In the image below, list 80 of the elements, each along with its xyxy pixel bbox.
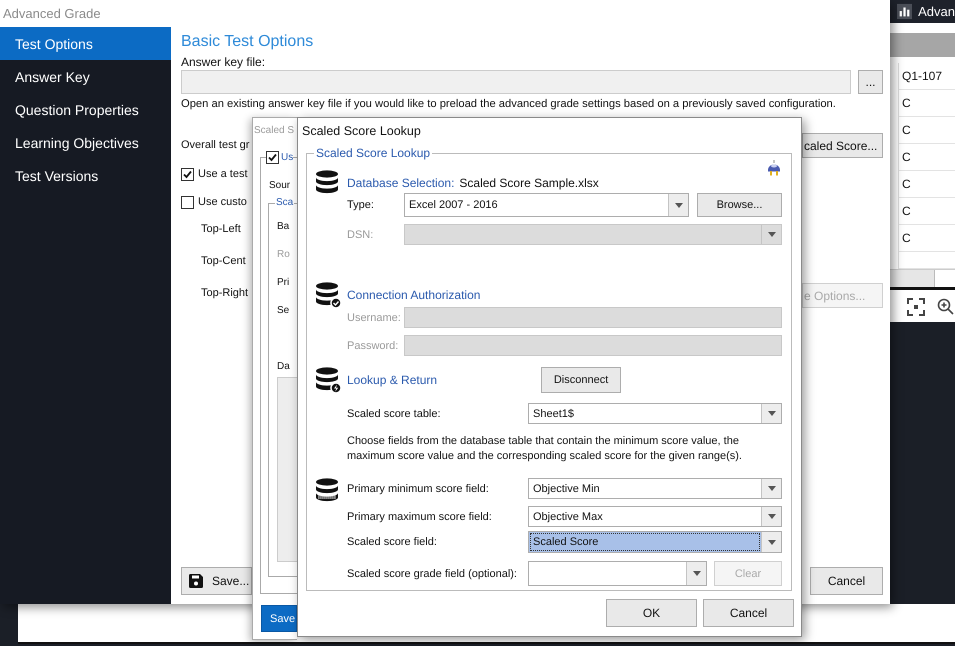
table-cell: C [899,225,955,252]
sidebar-item[interactable]: Question Properties [0,93,171,126]
instruction-text: Choose fields from the database table that contain the minimum score value, the maximum score value and the corresponding scaled score for the given range(s). [347,434,743,464]
help-text: Open an existing answer key file if you would like to preload the advanced grade settings based on a previously saved configuration. [181,97,836,111]
sidebar-item[interactable]: Test Versions [0,159,171,192]
field-label: DSN: [347,228,374,240]
sidebar-item[interactable]: Answer Key [0,60,171,93]
field-label: Username: [347,312,402,324]
save-button[interactable]: Save... [181,567,252,595]
options-button[interactable]: caled Score... [802,133,883,158]
zoom-icon[interactable] [937,298,954,315]
checkbox-label: Use a test [198,168,248,180]
ok-button[interactable]: OK [606,599,697,627]
file-name: Scaled Score Sample.xlsx [459,176,599,190]
app-title: Advan [918,4,955,19]
scrollbar[interactable] [890,269,955,287]
field-label: Scaled score grade field (optional): [347,568,518,580]
field-label: Type: [347,199,375,211]
browse-button[interactable]: Browse... [697,193,782,217]
caret-icon [768,232,776,237]
section-heading: Basic Test Options [181,33,314,51]
dropdown[interactable]: Objective Min [528,478,782,499]
field-label: Pri [277,276,290,290]
caret-icon [674,202,682,208]
field-label: Scaled score table: [347,408,442,420]
field-label: Primary maximum score field: [347,510,493,522]
caret-icon [692,571,700,576]
checkbox[interactable] [181,168,194,180]
caret-icon [768,540,776,544]
table-cell: C [899,144,955,171]
caret-icon [768,514,776,519]
disconnect-button[interactable]: Disconnect [541,367,622,393]
caret-icon [768,411,776,416]
focus-icon[interactable] [907,298,925,316]
window-title: Scaled S [254,125,294,136]
field-label: Ba [277,220,290,234]
dropdown[interactable]: Excel 2007 - 2016 [404,193,689,217]
header-band [890,33,955,57]
window-title: Advanced Grade [3,6,101,21]
save-button[interactable]: Save [261,605,297,632]
dialog-title: Scaled Score Lookup [302,124,421,138]
table-cell: C [899,171,955,198]
table-cell: C [899,90,955,117]
field-label: Overall test gr [181,139,250,151]
plug-icon[interactable] [766,160,782,176]
field-label: Sour [269,179,290,193]
browse-button[interactable]: ... [858,70,883,94]
bar-chart-icon[interactable] [897,3,912,20]
cancel-button[interactable]: Cancel [703,599,794,627]
section-heading: Connection Authorization [347,288,480,302]
dropdown[interactable]: Scaled Score [528,531,782,553]
sidebar-item[interactable]: Learning Objectives [0,126,171,159]
dropdown[interactable]: Objective Max [528,506,782,527]
field-label: Top-Right [201,287,248,299]
caret-icon [768,486,776,491]
sidebar-item[interactable]: Test Options [0,27,171,60]
group-title: Scaled Score Lookup [314,146,432,161]
field-label: Ro [277,248,290,262]
field-label: Answer key file: [181,55,266,69]
field-label: Password: [347,340,400,352]
database-icon [315,282,342,309]
table-cell: C [899,198,955,225]
section-heading: Lookup & Return [347,373,438,387]
table-cell: C [899,117,955,144]
field-label: Scaled score field: [347,536,438,548]
field-label: Se [277,304,290,318]
database-icon [315,367,342,394]
field-label: Top-Left [201,223,241,235]
field-label: Top-Cent [201,255,246,267]
section-heading: Database Selection: [347,176,454,190]
column-header[interactable]: Q1-107 [899,63,955,90]
dropdown[interactable]: Sheet1$ [528,403,782,424]
checkbox-label: Us [281,152,294,162]
cancel-button[interactable]: Cancel [810,567,883,595]
field-label: Da [277,360,290,374]
field-label: Primary minimum score field: [347,482,490,494]
checkbox[interactable] [181,196,194,208]
input-field[interactable] [181,70,851,94]
checkbox[interactable] [266,150,279,164]
checkbox-label: Use custo [198,196,247,208]
